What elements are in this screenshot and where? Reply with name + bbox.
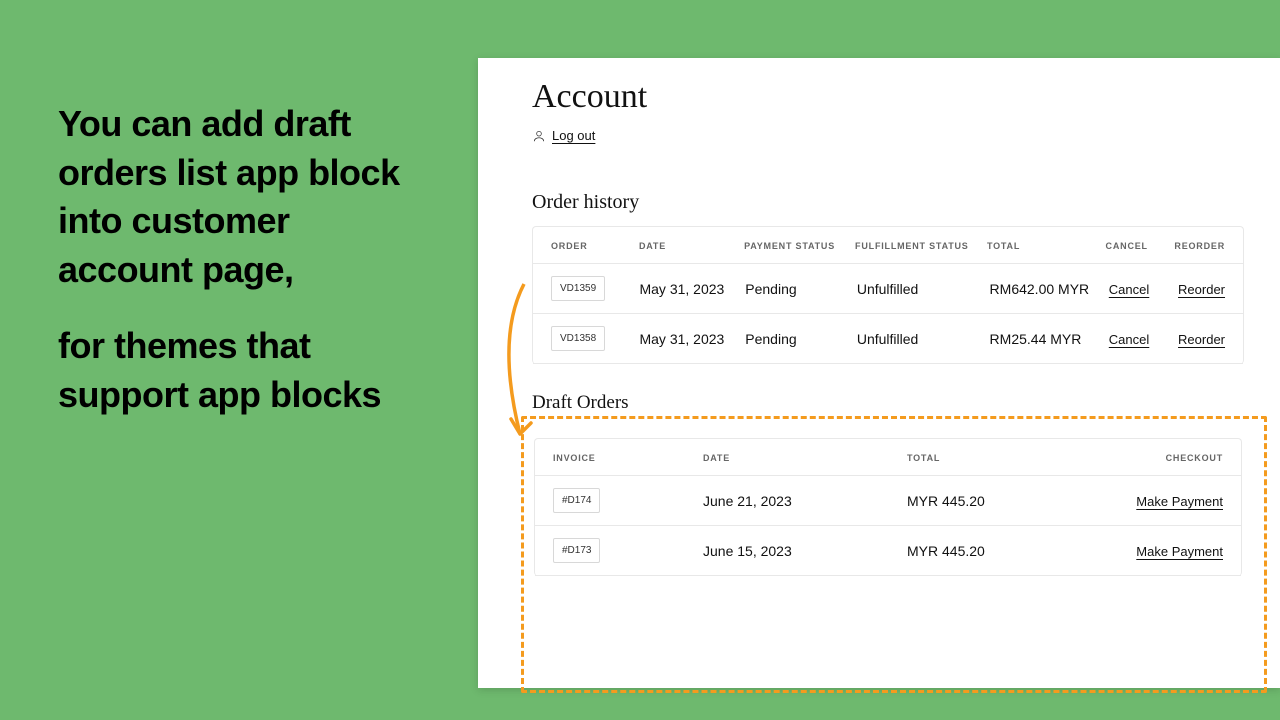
- col-fulfillment: FULFILLMENT STATUS: [855, 241, 987, 251]
- make-payment-link[interactable]: Make Payment: [1136, 544, 1223, 559]
- cell-date: June 21, 2023: [703, 493, 907, 509]
- order-history-header-row: ORDER DATE PAYMENT STATUS FULFILLMENT ST…: [533, 227, 1243, 264]
- draft-orders-section: Draft Orders INVOICE DATE TOTAL CHECKOUT…: [532, 392, 1244, 576]
- table-row: VD1358 May 31, 2023 Pending Unfulfilled …: [533, 314, 1243, 364]
- cell-payment: Pending: [745, 281, 857, 297]
- col-cancel: CANCEL: [1106, 241, 1175, 251]
- col-checkout: CHECKOUT: [1166, 453, 1223, 463]
- promo-paragraph-2: for themes that support app blocks: [58, 322, 428, 419]
- col-total: TOTAL: [987, 241, 1106, 251]
- user-icon: [532, 129, 546, 143]
- table-row: #D173 June 15, 2023 MYR 445.20 Make Paym…: [535, 526, 1241, 576]
- order-link[interactable]: VD1358: [551, 326, 605, 351]
- draft-orders-heading: Draft Orders: [532, 392, 1244, 414]
- col-invoice: INVOICE: [553, 453, 703, 463]
- cell-total: RM25.44 MYR: [990, 331, 1109, 347]
- account-panel: Account Log out Order history ORDER DATE…: [478, 58, 1280, 688]
- cancel-link[interactable]: Cancel: [1109, 332, 1149, 347]
- promo-text: You can add draft orders list app block …: [58, 100, 428, 448]
- order-history-heading: Order history: [532, 191, 1244, 214]
- invoice-link[interactable]: #D173: [553, 538, 600, 563]
- table-row: #D174 June 21, 2023 MYR 445.20 Make Paym…: [535, 476, 1241, 526]
- order-history-table: ORDER DATE PAYMENT STATUS FULFILLMENT ST…: [532, 226, 1244, 364]
- cancel-link[interactable]: Cancel: [1109, 282, 1149, 297]
- cell-date: June 15, 2023: [703, 543, 907, 559]
- col-date: DATE: [703, 453, 907, 463]
- col-date: DATE: [639, 241, 744, 251]
- cell-fulfillment: Unfulfilled: [857, 331, 990, 347]
- draft-orders-table: INVOICE DATE TOTAL CHECKOUT #D174 June 2…: [534, 438, 1242, 576]
- invoice-link[interactable]: #D174: [553, 488, 600, 513]
- reorder-link[interactable]: Reorder: [1178, 332, 1225, 347]
- col-total: TOTAL: [907, 453, 1166, 463]
- cell-total: MYR 445.20: [907, 493, 1136, 509]
- cell-fulfillment: Unfulfilled: [857, 281, 990, 297]
- cell-date: May 31, 2023: [639, 281, 745, 297]
- cell-total: RM642.00 MYR: [990, 281, 1109, 297]
- logout-link[interactable]: Log out: [552, 128, 595, 143]
- draft-header-row: INVOICE DATE TOTAL CHECKOUT: [535, 439, 1241, 476]
- col-payment: PAYMENT STATUS: [744, 241, 855, 251]
- make-payment-link[interactable]: Make Payment: [1136, 494, 1223, 509]
- col-order: ORDER: [551, 241, 639, 251]
- page-title: Account: [532, 78, 1244, 116]
- col-reorder: REORDER: [1174, 241, 1225, 251]
- logout-row: Log out: [532, 128, 1244, 143]
- table-row: VD1359 May 31, 2023 Pending Unfulfilled …: [533, 264, 1243, 314]
- reorder-link[interactable]: Reorder: [1178, 282, 1225, 297]
- promo-paragraph-1: You can add draft orders list app block …: [58, 100, 428, 294]
- order-link[interactable]: VD1359: [551, 276, 605, 301]
- cell-total: MYR 445.20: [907, 543, 1136, 559]
- cell-payment: Pending: [745, 331, 857, 347]
- cell-date: May 31, 2023: [639, 331, 745, 347]
